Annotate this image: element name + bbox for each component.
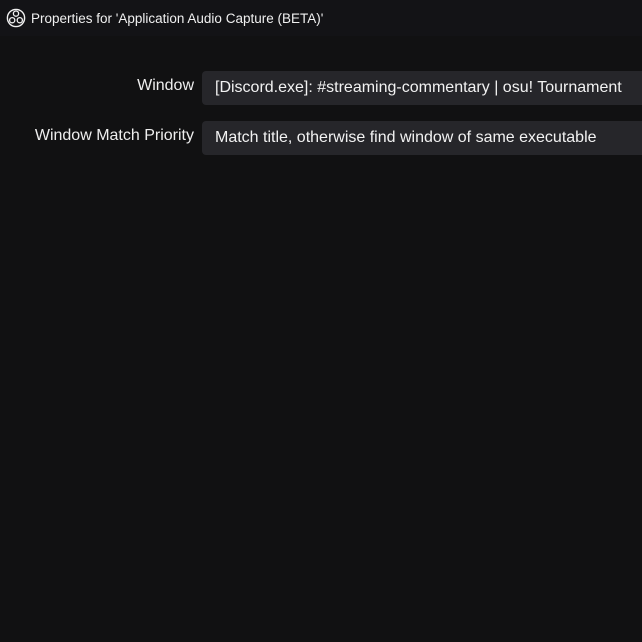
window-match-priority-select[interactable]: Match title, otherwise find window of sa…: [202, 121, 642, 155]
window-label: Window: [137, 77, 194, 94]
obs-logo-icon: [6, 8, 26, 28]
window-select[interactable]: [Discord.exe]: #streaming-commentary | o…: [202, 71, 642, 105]
window-title: Properties for 'Application Audio Captur…: [31, 10, 324, 26]
title-bar: Properties for 'Application Audio Captur…: [0, 0, 642, 36]
properties-form: Window [Discord.exe]: #streaming-comment…: [0, 36, 642, 642]
window-match-priority-label: Window Match Priority: [34, 127, 194, 144]
